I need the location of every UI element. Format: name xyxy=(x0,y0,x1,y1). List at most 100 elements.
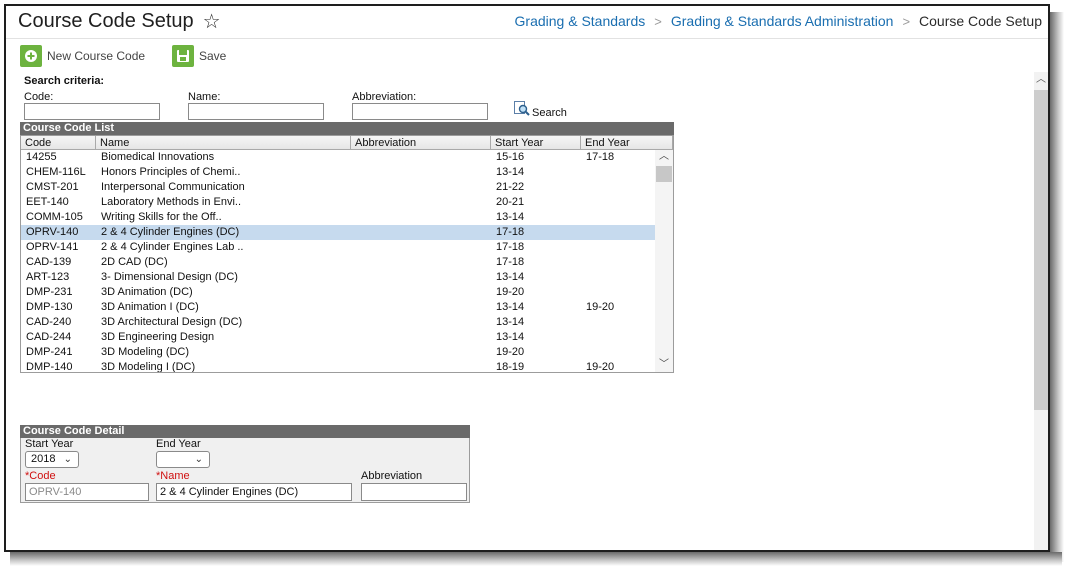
cell-name: Biomedical Innovations xyxy=(101,151,215,163)
cell-start-year: 13-14 xyxy=(496,301,525,313)
code-search-label: Code: xyxy=(24,91,54,103)
column-header-start-year[interactable]: Start Year xyxy=(491,136,581,150)
cell-code: CHEM-116L xyxy=(26,166,86,178)
table-row[interactable]: DMP-140 3D Modeling I (DC) 18-19 19-20 xyxy=(21,360,655,373)
search-criteria-heading: Search criteria: xyxy=(24,75,105,87)
list-scrollbar[interactable]: ︿ ﹀ xyxy=(655,150,673,372)
breadcrumb-grading-standards[interactable]: Grading & Standards xyxy=(515,13,646,29)
course-code-detail-header: Course Code Detail xyxy=(20,425,470,438)
chevron-down-icon[interactable]: ﹀ xyxy=(655,358,673,372)
star-icon[interactable]: ☆ xyxy=(203,12,221,32)
save-button[interactable]: Save xyxy=(172,45,226,67)
cell-name: Interpersonal Communication xyxy=(101,181,245,193)
cell-name: 2D CAD (DC) xyxy=(101,256,168,268)
cell-name: 2 & 4 Cylinder Engines Lab .. xyxy=(101,241,244,253)
code-search-input[interactable] xyxy=(24,103,160,120)
table-row[interactable]: CMST-201 Interpersonal Communication 21-22 xyxy=(21,180,655,195)
chevron-down-icon: ⌄ xyxy=(63,454,72,465)
name-field[interactable]: 2 & 4 Cylinder Engines (DC) xyxy=(156,483,352,501)
abbreviation-field[interactable] xyxy=(361,483,467,501)
window-shadow-bottom xyxy=(10,552,1062,566)
end-year-select[interactable]: ⌄ xyxy=(156,451,210,468)
start-year-select[interactable]: 2018 ⌄ xyxy=(25,451,79,468)
abbreviation-search-input[interactable] xyxy=(352,103,488,120)
column-header-code[interactable]: Code xyxy=(21,136,96,150)
cell-code: CMST-201 xyxy=(26,181,79,193)
cell-code: DMP-231 xyxy=(26,286,73,298)
cell-name: 3D Architectural Design (DC) xyxy=(101,316,243,328)
cell-code: OPRV-141 xyxy=(26,241,79,253)
window-shadow-right xyxy=(1050,12,1064,562)
abbreviation-search-label: Abbreviation: xyxy=(352,91,417,103)
cell-name: Honors Principles of Chemi.. xyxy=(101,166,241,178)
chevron-up-icon[interactable]: ︿ xyxy=(655,150,673,164)
start-year-label: Start Year xyxy=(25,438,74,450)
cell-name: 3- Dimensional Design (DC) xyxy=(101,271,238,283)
cell-code: CAD-244 xyxy=(26,331,72,343)
column-header-end-year[interactable]: End Year xyxy=(581,136,673,150)
cell-start-year: 13-14 xyxy=(496,316,525,328)
table-row[interactable]: EET-140 Laboratory Methods in Envi.. 20-21 xyxy=(21,195,655,210)
name-search-input[interactable] xyxy=(188,103,324,120)
list-scrollbar-thumb[interactable] xyxy=(656,166,672,182)
search-button[interactable]: Search xyxy=(514,101,567,119)
table-row[interactable]: OPRV-141 2 & 4 Cylinder Engines Lab .. 17-… xyxy=(21,240,655,255)
new-course-code-label: New Course Code xyxy=(47,49,146,63)
course-code-detail: Start Year End Year 2018 ⌄ ⌄ *Code *Name… xyxy=(20,438,470,503)
table-row[interactable]: CAD-240 3D Architectural Design (DC) 13-14 xyxy=(21,315,655,330)
abbreviation-label: Abbreviation xyxy=(361,470,423,482)
table-row[interactable]: COMM-105 Writing Skills for the Off.. 13-1… xyxy=(21,210,655,225)
page-scrollbar[interactable]: ︿ xyxy=(1034,72,1048,550)
cell-end-year: 19-20 xyxy=(586,301,615,313)
save-label: Save xyxy=(199,49,227,63)
cell-code: DMP-130 xyxy=(26,301,73,313)
cell-name: Writing Skills for the Off.. xyxy=(101,211,222,223)
cell-name: Laboratory Methods in Envi.. xyxy=(101,196,242,208)
cell-start-year: 19-20 xyxy=(496,286,525,298)
table-row[interactable]: OPRV-140 2 & 4 Cylinder Engines (DC) 17-18 xyxy=(21,225,655,240)
breadcrumb-grading-standards-admin[interactable]: Grading & Standards Administration xyxy=(671,13,894,29)
chevron-right-icon: > xyxy=(654,13,662,29)
table-row[interactable]: CHEM-116L Honors Principles of Chemi.. 13-… xyxy=(21,165,655,180)
code-field[interactable]: OPRV-140 xyxy=(25,483,149,501)
cell-name: 3D Modeling I (DC) xyxy=(101,361,196,373)
page-scrollbar-thumb[interactable] xyxy=(1034,90,1048,410)
app-window: Course Code Setup ☆ Grading & Standards … xyxy=(4,4,1050,552)
cell-start-year: 20-21 xyxy=(496,196,525,208)
name-label: *Name xyxy=(156,470,190,482)
breadcrumb: Grading & Standards > Grading & Standard… xyxy=(515,13,1042,29)
new-course-code-button[interactable]: New Course Code xyxy=(20,45,145,67)
cell-code: CAD-139 xyxy=(26,256,72,268)
cell-code: DMP-140 xyxy=(26,361,73,373)
chevron-right-icon: > xyxy=(902,13,911,29)
cell-end-year: 19-20 xyxy=(586,361,615,373)
column-header-name[interactable]: Name xyxy=(96,136,351,150)
start-year-value: 2018 xyxy=(31,453,56,465)
cell-code: ART-123 xyxy=(26,271,70,283)
cell-start-year: 13-14 xyxy=(496,331,525,343)
table-row[interactable]: CAD-244 3D Engineering Design 13-14 xyxy=(21,330,655,345)
page-title: Course Code Setup ☆ xyxy=(18,10,221,33)
page-title-text: Course Code Setup xyxy=(18,10,194,32)
table-row[interactable]: DMP-241 3D Modeling (DC) 19-20 xyxy=(21,345,655,360)
cell-start-year: 15-16 xyxy=(496,151,525,163)
cell-code: COMM-105 xyxy=(26,211,83,223)
chevron-up-icon[interactable]: ︿ xyxy=(1034,72,1048,88)
cell-code: DMP-241 xyxy=(26,346,73,358)
cell-end-year: 17-18 xyxy=(586,151,615,163)
cell-code: CAD-240 xyxy=(26,316,72,328)
cell-start-year: 13-14 xyxy=(496,166,525,178)
cell-code: OPRV-140 xyxy=(26,226,79,238)
add-icon xyxy=(20,45,42,67)
table-row[interactable]: DMP-231 3D Animation (DC) 19-20 xyxy=(21,285,655,300)
chevron-down-icon: ⌄ xyxy=(194,454,203,465)
table-row[interactable]: DMP-130 3D Animation I (DC) 13-14 19-20 xyxy=(21,300,655,315)
table-row[interactable]: CAD-139 2D CAD (DC) 17-18 xyxy=(21,255,655,270)
breadcrumb-current: Course Code Setup xyxy=(919,13,1042,29)
cell-start-year: 17-18 xyxy=(496,256,525,268)
column-header-abbreviation[interactable]: Abbreviation xyxy=(351,136,491,150)
table-row[interactable]: 14255 Biomedical Innovations 15-16 17-18 xyxy=(21,150,655,165)
table-row[interactable]: ART-123 3- Dimensional Design (DC) 13-14 xyxy=(21,270,655,285)
cell-code: 14255 xyxy=(26,151,57,163)
course-code-list-header: Course Code List xyxy=(20,122,674,135)
